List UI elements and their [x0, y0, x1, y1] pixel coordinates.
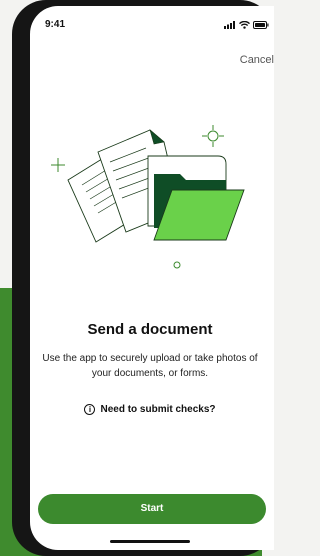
cancel-button[interactable]: Cancel — [240, 54, 274, 66]
dot-sparkle-icon — [173, 261, 181, 269]
plus-sparkle-icon — [51, 158, 65, 172]
submit-checks-label: Need to submit checks? — [100, 404, 216, 415]
cellular-signal-icon — [224, 21, 235, 29]
status-icons — [224, 20, 269, 30]
crosshair-sparkle-icon — [202, 125, 224, 147]
submit-checks-link[interactable]: i Need to submit checks? — [30, 404, 270, 415]
app-screen: 9:41 Cancel Send a document Use the app … — [30, 6, 274, 550]
info-icon: i — [84, 404, 96, 415]
wifi-icon — [239, 21, 250, 29]
phone-frame: 9:41 Cancel Send a document Use the app … — [12, 0, 274, 556]
page-title: Send a document — [87, 321, 213, 338]
battery-icon — [253, 21, 269, 29]
page-description: Use the app to securely upload or take p… — [42, 353, 258, 379]
home-indicator — [110, 540, 190, 543]
documents-folder-illustration — [51, 125, 245, 269]
status-bar: 9:41 — [30, 6, 274, 36]
status-time: 9:41 — [45, 19, 66, 30]
start-button[interactable]: Start — [38, 494, 266, 524]
